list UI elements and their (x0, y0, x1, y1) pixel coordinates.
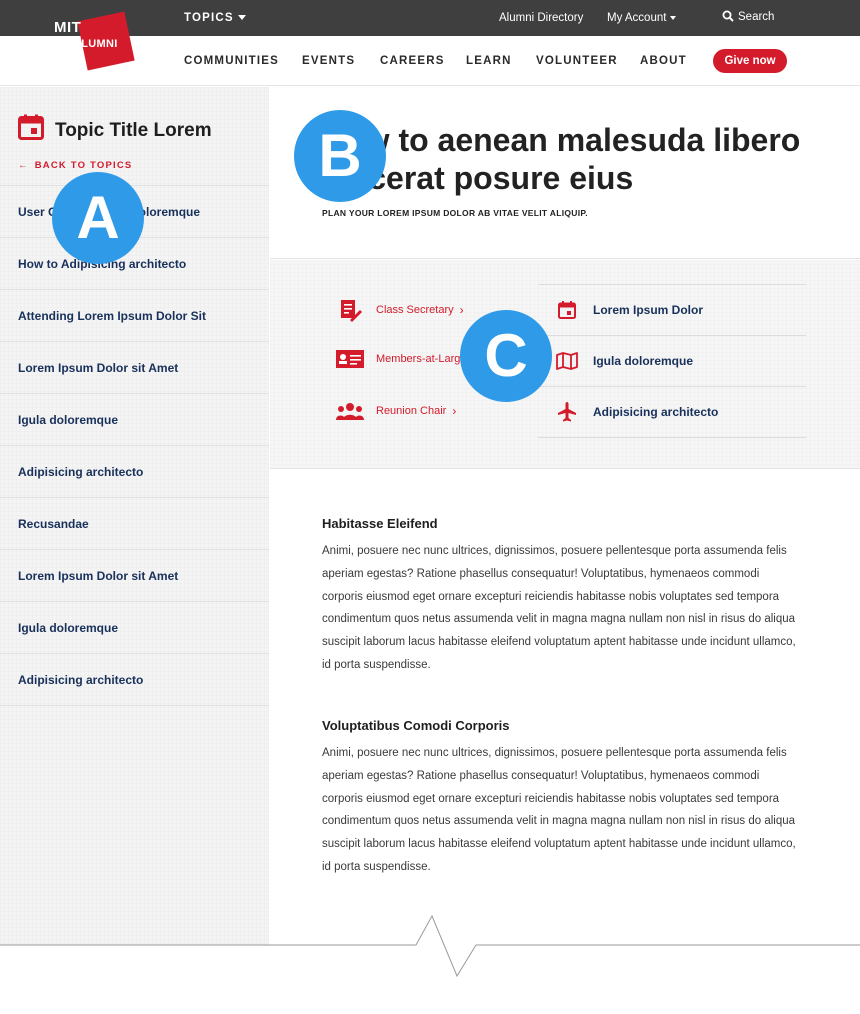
class-secretary-label: Class Secretary (376, 304, 454, 316)
resource-item[interactable]: Lorem Ipsum Dolor (538, 285, 806, 336)
sidebar-item[interactable]: Igula doloremque (0, 394, 269, 446)
sidebar-item[interactable]: Recusandae (0, 498, 269, 550)
back-to-topics-link[interactable]: ← BACK TO TOPICS (18, 160, 132, 171)
mit-alumni-logo[interactable]: MIT ALUMNI (50, 11, 136, 74)
caret-down-icon (237, 15, 246, 21)
chevron-right-icon: › (459, 303, 464, 317)
airplane-icon (555, 402, 579, 422)
sidebar-item[interactable]: Lorem Ipsum Dolor sit Amet (0, 550, 269, 602)
resource-list: Lorem Ipsum Dolor Igula doloremque Adipi… (538, 284, 806, 438)
alumni-directory-link[interactable]: Alumni Directory (499, 12, 583, 24)
reunion-chair-link[interactable]: Reunion Chair › (336, 402, 456, 420)
caret-down-icon (670, 15, 677, 20)
section-heading: Voluptatibus Comodi Corporis (322, 718, 510, 733)
topic-title: Topic Title Lorem (55, 120, 212, 141)
topics-label: TOPICS (184, 12, 234, 24)
marker-a: A (52, 172, 144, 264)
footer-divider (0, 914, 860, 978)
group-icon (336, 402, 364, 420)
calendar-icon (555, 301, 579, 319)
nav-volunteer[interactable]: VOLUNTEER (536, 55, 618, 67)
give-now-button[interactable]: Give now (713, 49, 787, 73)
marker-b: B (294, 110, 386, 202)
sidebar-item[interactable]: Attending Lorem Ipsum Dolor Sit (0, 290, 269, 342)
resource-item[interactable]: Igula doloremque (538, 336, 806, 387)
sidebar-item[interactable]: Lorem Ipsum Dolor sit Amet (0, 342, 269, 394)
article-section: Habitasse Eleifend Animi, posuere nec nu… (322, 516, 797, 677)
resource-item[interactable]: Adipisicing architecto (538, 387, 806, 438)
topics-menu[interactable]: TOPICS (184, 12, 246, 24)
section-body: Animi, posuere nec nunc ultrices, dignis… (322, 747, 796, 873)
back-label: BACK TO TOPICS (34, 160, 133, 171)
section-heading: Habitasse Eleifend (322, 516, 438, 531)
members-at-large-label: Members-at-Large (376, 353, 467, 365)
my-account-label: My Account (607, 12, 667, 24)
marker-c: C (460, 310, 552, 402)
resource-label: Adipisicing architecto (593, 405, 719, 419)
id-card-icon (336, 350, 364, 368)
my-account-menu[interactable]: My Account (607, 12, 677, 24)
section-body: Animi, posuere nec nunc ultrices, dignis… (322, 545, 796, 671)
nav-learn[interactable]: LEARN (466, 55, 512, 67)
nav-about[interactable]: ABOUT (640, 55, 687, 67)
class-secretary-link[interactable]: Class Secretary › (336, 298, 464, 322)
search-button[interactable]: Search (722, 10, 774, 23)
map-icon (555, 352, 579, 370)
resource-label: Igula doloremque (593, 354, 694, 368)
sidebar-item[interactable]: Igula doloremque (0, 602, 269, 654)
members-at-large-link[interactable]: Members-at-Large (336, 350, 466, 368)
related-links-panel: Class Secretary › Members-at-Large Reunio… (270, 260, 860, 469)
chevron-right-icon: › (452, 404, 457, 418)
nav-events[interactable]: EVENTS (302, 55, 355, 67)
logo-mit-text: MIT (54, 19, 82, 36)
sidebar-item[interactable]: Adipisicing architecto (0, 654, 269, 706)
page-title: How to aenean malesuda libero placerat p… (322, 122, 801, 196)
document-pen-icon (336, 298, 364, 322)
logo-alumni-text: ALUMNI (73, 38, 118, 50)
calendar-icon (18, 114, 44, 140)
resource-label: Lorem Ipsum Dolor (593, 303, 704, 317)
sidebar-item[interactable]: Adipisicing architecto (0, 446, 269, 498)
reunion-chair-label: Reunion Chair (376, 405, 447, 417)
nav-communities[interactable]: COMMUNITIES (184, 55, 279, 67)
article-section: Voluptatibus Comodi Corporis Animi, posu… (322, 718, 797, 879)
search-icon (722, 10, 734, 22)
nav-careers[interactable]: CAREERS (380, 55, 445, 67)
arrow-left-icon: ← (18, 160, 29, 171)
search-label: Search (738, 11, 775, 23)
page-subtitle: PLAN YOUR LOREM IPSUM DOLOR AB VITAE VEL… (322, 208, 588, 218)
topic-article-list: User Guide to Igula doloremque How to Ad… (0, 185, 269, 706)
